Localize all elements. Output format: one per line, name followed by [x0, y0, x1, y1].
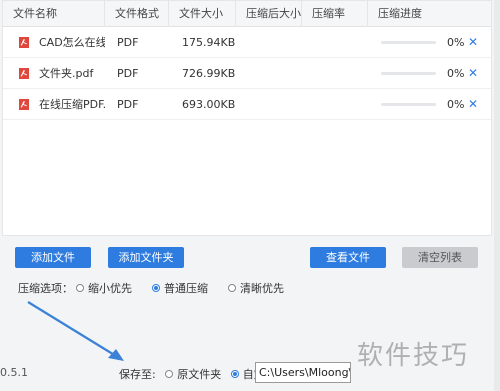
column-header-ratio[interactable]: 压缩率	[302, 1, 368, 27]
pdf-file-icon	[19, 99, 29, 110]
option-clarity-first[interactable]: 清晰优先	[228, 280, 284, 298]
progress-bar	[381, 41, 436, 44]
save-option-original-folder[interactable]: 原文件夹	[165, 368, 221, 381]
clear-list-button[interactable]: 清空列表	[402, 247, 478, 268]
version-label: 0.5.1	[0, 366, 28, 379]
table-row[interactable]: 文件夹.pdf PDF 726.99KB 0% ✕	[3, 58, 491, 89]
file-size: 693.00KB	[182, 98, 236, 111]
close-icon[interactable]: ✕	[468, 27, 478, 58]
file-name: 在线压缩PDF...	[39, 98, 105, 111]
progress-label: 0%	[447, 36, 465, 49]
table-row[interactable]: 在线压缩PDF... PDF 693.00KB 0% ✕	[3, 89, 491, 120]
radio-icon[interactable]	[228, 284, 236, 292]
window-edge	[494, 0, 500, 391]
pdf-file-icon	[19, 37, 29, 48]
compress-options-label: 压缩选项：	[18, 282, 73, 295]
progress-bar	[381, 103, 436, 106]
file-size: 726.99KB	[182, 67, 236, 80]
close-icon[interactable]: ✕	[468, 58, 478, 89]
radio-selected-icon[interactable]	[152, 284, 160, 292]
add-folder-button[interactable]: 添加文件夹	[108, 247, 184, 268]
radio-icon[interactable]	[76, 284, 84, 292]
save-path-input[interactable]: C:\Users\Mloong\Do	[255, 362, 351, 383]
file-format: PDF	[117, 36, 139, 49]
file-list-panel: 文件名称 文件格式 文件大小 压缩后大小 压缩率 压缩进度 CAD怎么在线...…	[2, 0, 492, 236]
table-row[interactable]: CAD怎么在线... PDF 175.94KB 0% ✕	[3, 27, 491, 58]
column-header-name[interactable]: 文件名称	[3, 1, 105, 27]
file-format: PDF	[117, 98, 139, 111]
file-format: PDF	[117, 67, 139, 80]
add-file-button[interactable]: 添加文件	[15, 247, 91, 268]
column-header-size[interactable]: 文件大小	[169, 1, 236, 27]
save-to-label: 保存至: 原文件夹 自定义	[119, 366, 276, 382]
radio-icon[interactable]	[165, 370, 174, 378]
column-header-compressed-size[interactable]: 压缩后大小	[236, 1, 302, 27]
column-header-progress[interactable]: 压缩进度	[368, 1, 493, 27]
radio-selected-icon[interactable]	[230, 370, 239, 378]
file-size: 175.94KB	[182, 36, 236, 49]
progress-label: 0%	[447, 98, 465, 111]
progress-bar	[381, 72, 436, 75]
file-name: CAD怎么在线...	[39, 36, 105, 49]
pdf-file-icon	[19, 68, 29, 79]
option-normal[interactable]: 普通压缩	[152, 280, 208, 298]
column-header-format[interactable]: 文件格式	[105, 1, 169, 27]
view-files-button[interactable]: 查看文件	[310, 247, 386, 268]
table-header: 文件名称 文件格式 文件大小 压缩后大小 压缩率 压缩进度	[3, 1, 491, 27]
close-icon[interactable]: ✕	[468, 89, 478, 120]
status-bar: 0.5.1 保存至: 原文件夹 自定义 C:\Users\Mloong\Do	[0, 354, 500, 391]
option-smaller-first[interactable]: 缩小优先	[76, 280, 132, 298]
progress-label: 0%	[447, 67, 465, 80]
file-name: 文件夹.pdf	[39, 67, 94, 80]
